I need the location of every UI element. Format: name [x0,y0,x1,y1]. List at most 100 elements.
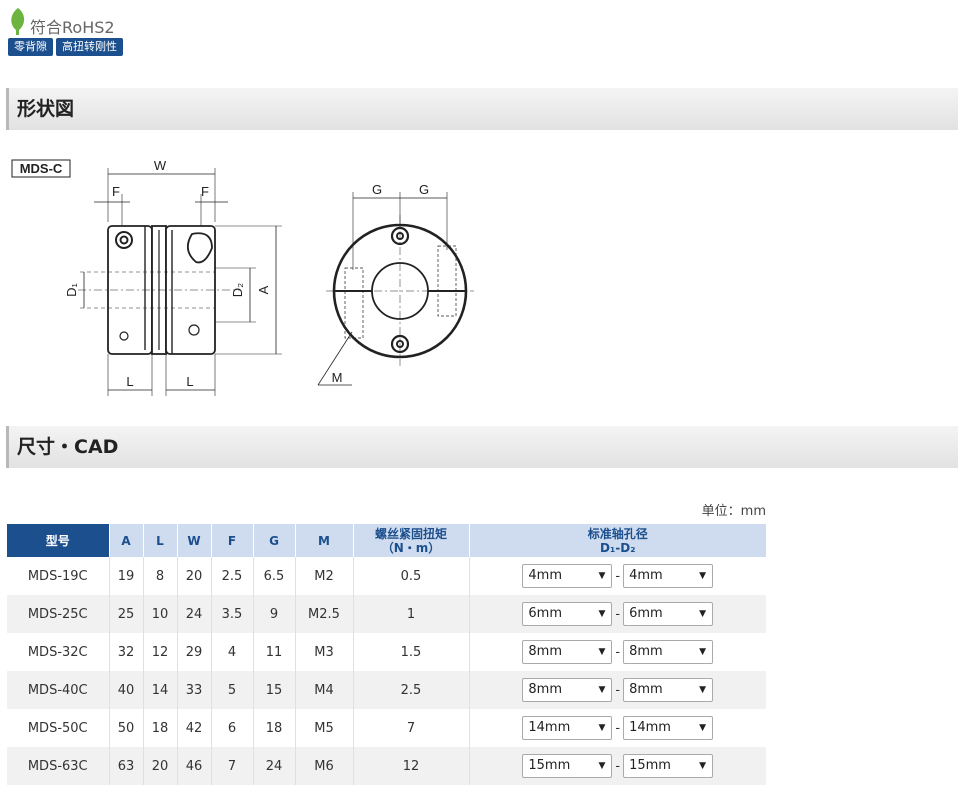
select-value: 4mm [528,568,562,583]
cell-bore-select: 15mm ▼ -15mm ▼ [469,747,766,785]
bore-select-group: 15mm ▼ -15mm ▼ [471,754,766,778]
leaf-icon [11,8,25,35]
header-m: M [295,524,354,557]
d2-select[interactable]: 6mm ▼ [623,602,714,626]
cell-torque: 1.5 [353,633,470,671]
cell-torque: 2.5 [353,671,470,709]
cell-f: 5 [211,671,254,709]
select-value: 6mm [528,606,562,621]
table-row: MDS-19C 19 8 20 2.5 6.5 M2 0.5 4mm ▼ -4mm ▼ [7,557,766,595]
cell-a: 19 [109,557,144,595]
table-row: MDS-63C 63 20 46 7 24 M6 12 15mm ▼ -15mm ▼ [7,747,766,785]
coupling-drawing: MDS-C W F F D₁ D₂ A L L G G M [11,158,474,396]
cell-g: 18 [253,709,296,747]
bore-separator: - [615,644,621,660]
d2-select[interactable]: 4mm ▼ [623,564,714,588]
dropdown-arrow-icon[interactable]: ▼ [598,717,605,739]
cell-m: M3 [295,633,354,671]
cell-torque: 1 [353,595,470,633]
bore-separator: - [615,758,621,774]
d1-select[interactable]: 15mm ▼ [522,754,613,778]
select-value: 8mm [629,682,663,697]
header-bore-line1: 标准轴孔径 [587,526,648,541]
dropdown-arrow-icon[interactable]: ▼ [699,755,706,777]
cell-l: 12 [143,633,178,671]
header-l: L [143,524,178,557]
bore-separator: - [615,606,621,622]
bore-separator: - [615,720,621,736]
label-w: W [154,158,167,173]
cell-a: 50 [109,709,144,747]
label-a: A [256,285,271,294]
dropdown-arrow-icon[interactable]: ▼ [699,717,706,739]
cell-bore-select: 4mm ▼ -4mm ▼ [469,557,766,595]
cell-w: 20 [177,557,212,595]
cell-l: 14 [143,671,178,709]
dropdown-arrow-icon[interactable]: ▼ [598,603,605,625]
cell-torque: 12 [353,747,470,785]
unit-label: 单位：mm [701,504,766,519]
cell-model: MDS-32C [7,633,110,671]
dropdown-arrow-icon[interactable]: ▼ [699,603,706,625]
select-value: 14mm [528,720,571,735]
cell-torque: 0.5 [353,557,470,595]
d1-select[interactable]: 4mm ▼ [522,564,613,588]
cell-w: 46 [177,747,212,785]
feature-tags: 零背隙 高扭转刚性 [8,38,123,56]
tag-high-torsional-rigidity: 高扭转刚性 [56,38,123,56]
label-l-left: L [126,374,133,389]
bore-select-group: 6mm ▼ -6mm ▼ [471,602,766,626]
dropdown-arrow-icon[interactable]: ▼ [598,565,605,587]
d2-select[interactable]: 8mm ▼ [623,640,714,664]
tag-zero-backlash: 零背隙 [8,38,53,56]
cell-model: MDS-40C [7,671,110,709]
dropdown-arrow-icon[interactable]: ▼ [699,679,706,701]
cell-l: 18 [143,709,178,747]
cell-l: 8 [143,557,178,595]
select-value: 6mm [629,606,663,621]
table-header-row: 型号 A L W F G M 螺丝紧固扭矩 （N・m） 标准轴孔径 D₁-D₂ [7,524,766,557]
cell-w: 29 [177,633,212,671]
header-f: F [211,524,254,557]
label-g-right: G [419,182,429,197]
spec-table: 型号 A L W F G M 螺丝紧固扭矩 （N・m） 标准轴孔径 D₁-D₂ … [7,524,766,785]
section-title-shape: 形状図 [6,88,958,130]
cell-model: MDS-19C [7,557,110,595]
d1-select[interactable]: 6mm ▼ [522,602,613,626]
header-bore-line2: D₁-D₂ [600,540,636,555]
cell-m: M6 [295,747,354,785]
header-g: G [253,524,296,557]
cell-g: 9 [253,595,296,633]
dropdown-arrow-icon[interactable]: ▼ [598,679,605,701]
cell-bore-select: 6mm ▼ -6mm ▼ [469,595,766,633]
bore-select-group: 8mm ▼ -8mm ▼ [471,640,766,664]
cell-f: 7 [211,747,254,785]
d2-select[interactable]: 14mm ▼ [623,716,714,740]
d1-select[interactable]: 14mm ▼ [522,716,613,740]
section-title-dimensions: 尺寸・CAD [6,426,958,468]
cell-model: MDS-63C [7,747,110,785]
cell-g: 15 [253,671,296,709]
cell-m: M5 [295,709,354,747]
cell-model: MDS-50C [7,709,110,747]
dropdown-arrow-icon[interactable]: ▼ [598,755,605,777]
d2-select[interactable]: 15mm ▼ [623,754,714,778]
cell-w: 42 [177,709,212,747]
d2-select[interactable]: 8mm ▼ [623,678,714,702]
cell-f: 4 [211,633,254,671]
cell-m: M4 [295,671,354,709]
d1-select[interactable]: 8mm ▼ [522,678,613,702]
dropdown-arrow-icon[interactable]: ▼ [699,565,706,587]
bore-select-group: 4mm ▼ -4mm ▼ [471,564,766,588]
rohs-label: 符合RoHS2 [30,18,115,37]
table-row: MDS-50C 50 18 42 6 18 M5 7 14mm ▼ -14mm ▼ [7,709,766,747]
cell-f: 3.5 [211,595,254,633]
d1-select[interactable]: 8mm ▼ [522,640,613,664]
cell-a: 32 [109,633,144,671]
dropdown-arrow-icon[interactable]: ▼ [699,641,706,663]
header-torque-line2: （N・m） [381,540,441,555]
label-g-left: G [372,182,382,197]
dropdown-arrow-icon[interactable]: ▼ [598,641,605,663]
select-value: 15mm [629,758,671,773]
select-value: 15mm [528,758,571,773]
